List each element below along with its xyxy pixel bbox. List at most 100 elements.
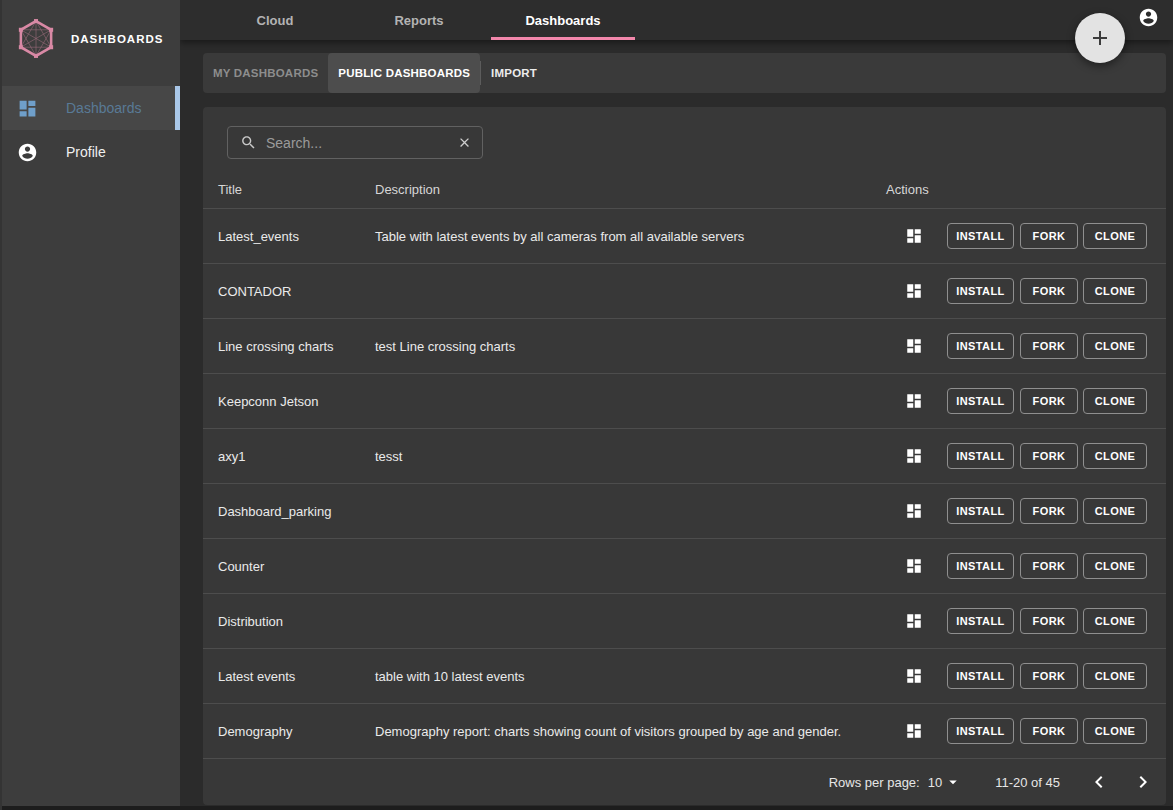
fork-button[interactable]: FORK — [1020, 223, 1078, 249]
fork-button[interactable]: FORK — [1020, 608, 1078, 634]
row-title: Demography — [218, 724, 292, 739]
install-button[interactable]: INSTALL — [947, 333, 1014, 359]
tab-cloud[interactable]: Cloud — [203, 0, 347, 40]
tab-label: Dashboards — [525, 13, 600, 28]
dashboard-preview-icon[interactable] — [905, 557, 923, 575]
search-input[interactable] — [266, 135, 448, 151]
fork-button[interactable]: FORK — [1020, 278, 1078, 304]
install-button[interactable]: INSTALL — [947, 223, 1014, 249]
clone-button[interactable]: CLONE — [1083, 388, 1147, 414]
clone-button[interactable]: CLONE — [1083, 663, 1147, 689]
account-icon[interactable] — [1138, 7, 1159, 28]
row-title: Distribution — [218, 614, 283, 629]
dashboard-preview-icon[interactable] — [905, 502, 923, 520]
clone-button[interactable]: CLONE — [1083, 333, 1147, 359]
window-bottom-edge — [0, 806, 1173, 810]
dashboard-subtabs: MY DASHBOARDS PUBLIC DASHBOARDS IMPORT — [203, 53, 1166, 93]
window-left-edge — [0, 0, 2, 810]
plus-icon — [1088, 26, 1112, 50]
logo-row: DASHBOARDS — [0, 0, 180, 62]
top-tabs: Cloud Reports Dashboards — [180, 0, 1173, 40]
rows-per-page-label: Rows per page: — [829, 775, 920, 790]
clear-search-icon[interactable] — [457, 135, 472, 150]
row-title: Latest_events — [218, 229, 299, 244]
row-description: Demography report: charts showing count … — [375, 724, 841, 739]
add-dashboard-fab[interactable] — [1075, 13, 1125, 63]
row-title: Line crossing charts — [218, 339, 334, 354]
install-button[interactable]: INSTALL — [947, 388, 1014, 414]
dashboard-preview-icon[interactable] — [905, 612, 923, 630]
clone-button[interactable]: CLONE — [1083, 718, 1147, 744]
table-row: Keepconn Jetson INSTALL FORK CLONE — [203, 373, 1166, 428]
subtab-public-dashboards[interactable]: PUBLIC DASHBOARDS — [328, 53, 480, 93]
fork-button[interactable]: FORK — [1020, 663, 1078, 689]
clone-button[interactable]: CLONE — [1083, 608, 1147, 634]
clone-button[interactable]: CLONE — [1083, 498, 1147, 524]
clone-button[interactable]: CLONE — [1083, 443, 1147, 469]
row-title: Keepconn Jetson — [218, 394, 318, 409]
dashboard-preview-icon[interactable] — [905, 722, 923, 740]
dashboard-preview-icon[interactable] — [905, 447, 923, 465]
sidebar-item-dashboards[interactable]: Dashboards — [0, 86, 180, 130]
dropdown-arrow-icon — [944, 773, 962, 791]
install-button[interactable]: INSTALL — [947, 443, 1014, 469]
dashboard-preview-icon[interactable] — [905, 282, 923, 300]
subtab-label: IMPORT — [491, 67, 537, 79]
tab-reports[interactable]: Reports — [347, 0, 491, 40]
fork-button[interactable]: FORK — [1020, 498, 1078, 524]
install-button[interactable]: INSTALL — [947, 553, 1014, 579]
rows-per-page-value: 10 — [928, 775, 942, 790]
fork-button[interactable]: FORK — [1020, 553, 1078, 579]
column-header-title: Title — [218, 181, 242, 196]
table-row: Latest events table with 10 latest event… — [203, 648, 1166, 703]
install-button[interactable]: INSTALL — [947, 278, 1014, 304]
sidebar-item-profile[interactable]: Profile — [0, 130, 180, 174]
active-tab-indicator — [491, 37, 635, 40]
row-description: tesst — [375, 449, 402, 464]
fork-button[interactable]: FORK — [1020, 718, 1078, 744]
next-page-button[interactable] — [1131, 770, 1155, 794]
subtab-label: PUBLIC DASHBOARDS — [338, 67, 470, 79]
profile-icon — [17, 142, 38, 163]
tab-dashboards[interactable]: Dashboards — [491, 0, 635, 40]
dashboard-preview-icon[interactable] — [905, 667, 923, 685]
table-row: Dashboard_parking INSTALL FORK CLONE — [203, 483, 1166, 538]
row-title: Latest events — [218, 669, 295, 684]
row-title: Dashboard_parking — [218, 504, 331, 519]
dashboard-preview-icon[interactable] — [905, 392, 923, 410]
dashboards-panel: Title Description Actions Latest_events … — [203, 107, 1166, 805]
row-title: axy1 — [218, 449, 245, 464]
tab-label: Cloud — [257, 13, 294, 28]
fork-button[interactable]: FORK — [1020, 333, 1078, 359]
table-row: Distribution INSTALL FORK CLONE — [203, 593, 1166, 648]
pagination-range: 11-20 of 45 — [995, 775, 1060, 790]
rows-per-page-select[interactable]: 10 — [928, 773, 962, 791]
appbar: Cloud Reports Dashboards — [180, 0, 1173, 40]
column-header-actions: Actions — [886, 181, 929, 196]
clone-button[interactable]: CLONE — [1083, 553, 1147, 579]
search-icon — [240, 134, 257, 151]
dashboard-icon — [17, 98, 38, 119]
table-row: Latest_events Table with latest events b… — [203, 208, 1166, 263]
fork-button[interactable]: FORK — [1020, 388, 1078, 414]
row-title: CONTADOR — [218, 284, 291, 299]
sidebar-item-label: Profile — [66, 144, 106, 160]
table-header: Title Description Actions — [203, 169, 1166, 208]
install-button[interactable]: INSTALL — [947, 498, 1014, 524]
app-title: DASHBOARDS — [71, 33, 163, 45]
install-button[interactable]: INSTALL — [947, 718, 1014, 744]
clone-button[interactable]: CLONE — [1083, 223, 1147, 249]
dashboard-preview-icon[interactable] — [905, 227, 923, 245]
previous-page-button[interactable] — [1087, 770, 1111, 794]
subtab-my-dashboards[interactable]: MY DASHBOARDS — [203, 53, 328, 93]
row-description: test Line crossing charts — [375, 339, 515, 354]
clone-button[interactable]: CLONE — [1083, 278, 1147, 304]
dashboard-preview-icon[interactable] — [905, 337, 923, 355]
fork-button[interactable]: FORK — [1020, 443, 1078, 469]
install-button[interactable]: INSTALL — [947, 608, 1014, 634]
table-row: axy1 tesst INSTALL FORK CLONE — [203, 428, 1166, 483]
row-title: Counter — [218, 559, 264, 574]
subtab-import[interactable]: IMPORT — [481, 53, 547, 93]
table-body: Latest_events Table with latest events b… — [203, 208, 1166, 758]
install-button[interactable]: INSTALL — [947, 663, 1014, 689]
